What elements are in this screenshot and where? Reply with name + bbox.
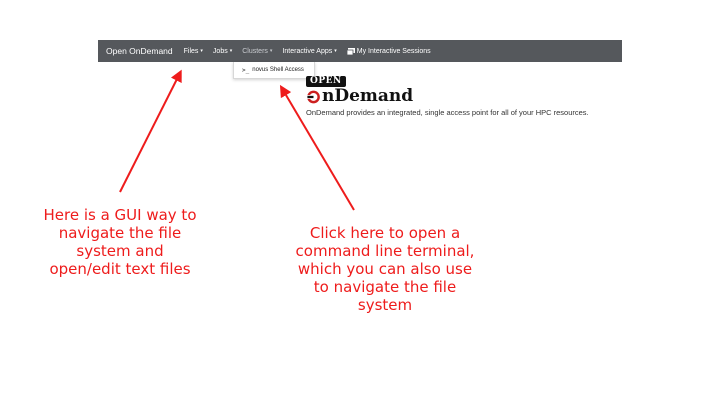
annotation-line: system — [357, 296, 413, 314]
annotation-line: to navigate the file — [313, 278, 457, 296]
annotation-line: Click here to open a — [309, 224, 461, 242]
annotation-line: command line terminal, — [295, 242, 475, 260]
annotation-line: which you can also use — [297, 260, 473, 278]
annotation-arrows — [119, 69, 355, 211]
annotation-left: Here is a GUI way to navigate the file s… — [30, 206, 210, 278]
annotation-right: Click here to open a command line termin… — [280, 224, 490, 314]
arrow-to-shell-access — [279, 84, 355, 211]
annotation-line: open/edit text files — [49, 260, 191, 278]
annotation-line: system and — [76, 242, 164, 260]
annotation-line: Here is a GUI way to — [43, 206, 197, 224]
arrow-to-files — [119, 69, 182, 193]
annotation-line: navigate the file — [58, 224, 182, 242]
